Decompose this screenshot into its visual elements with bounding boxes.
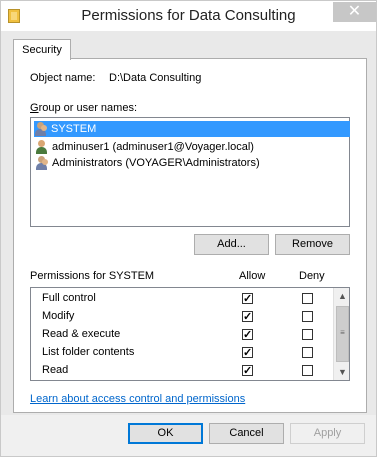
remove-button-label: Remove bbox=[292, 238, 333, 250]
window-title: Permissions for Data Consulting bbox=[81, 7, 296, 24]
list-item[interactable]: SYSTEM bbox=[34, 121, 350, 137]
remove-button[interactable]: Remove bbox=[275, 234, 350, 255]
list-item-label: Administrators (VOYAGER\Administrators) bbox=[52, 157, 260, 169]
list-item-label: adminuser1 (adminuser1@Voyager.local) bbox=[52, 141, 254, 153]
list-item-label: SYSTEM bbox=[51, 123, 97, 135]
apply-button-label: Apply bbox=[313, 427, 342, 439]
list-item[interactable]: adminuser1 (adminuser1@Voyager.local) bbox=[35, 139, 258, 155]
permission-name: Read & execute bbox=[42, 328, 121, 340]
user-icon bbox=[35, 140, 49, 155]
permission-row: List folder contents ✓ bbox=[31, 344, 331, 362]
add-button[interactable]: Add... bbox=[194, 234, 269, 255]
add-button-label: Add... bbox=[217, 238, 246, 250]
dialog-footer: OK Cancel Apply bbox=[1, 415, 376, 456]
allow-checkbox[interactable]: ✓ bbox=[242, 347, 253, 359]
permissions-scrollbar[interactable]: ▲ ≡ ▼ bbox=[333, 288, 349, 380]
deny-checkbox[interactable] bbox=[302, 311, 313, 322]
ok-button[interactable]: OK bbox=[128, 423, 203, 444]
object-name-value: D:\Data Consulting bbox=[109, 72, 202, 84]
group-names-label-rest: roup or user names: bbox=[38, 102, 137, 114]
tab-security[interactable]: Security bbox=[13, 39, 71, 60]
group-user-icon bbox=[34, 122, 48, 137]
permission-name: Full control bbox=[42, 292, 96, 304]
deny-checkbox[interactable] bbox=[302, 365, 313, 376]
permission-name: List folder contents bbox=[42, 346, 135, 358]
title-bar: Permissions for Data Consulting ✕ bbox=[1, 1, 376, 31]
deny-column-header: Deny bbox=[299, 270, 325, 282]
allow-checkbox[interactable]: ✓ bbox=[242, 329, 253, 341]
permission-row: Read & execute ✓ bbox=[31, 326, 331, 344]
object-name-label: Object name: bbox=[30, 72, 96, 84]
ok-button-label: OK bbox=[157, 427, 174, 439]
list-item[interactable]: Administrators (VOYAGER\Administrators) bbox=[35, 155, 264, 171]
apply-button[interactable]: Apply bbox=[290, 423, 365, 444]
chevron-down-icon[interactable]: ▼ bbox=[334, 364, 349, 380]
allow-column-header: Allow bbox=[239, 270, 266, 282]
group-user-icon bbox=[35, 156, 49, 171]
permission-name: Modify bbox=[42, 310, 75, 322]
permission-name: Read bbox=[42, 364, 69, 376]
cancel-button[interactable]: Cancel bbox=[209, 423, 284, 444]
permission-row: Modify ✓ bbox=[31, 308, 331, 326]
access-control-help-link[interactable]: Learn about access control and permissio… bbox=[30, 393, 245, 405]
permission-row: Read ✓ bbox=[31, 362, 331, 380]
deny-checkbox[interactable] bbox=[302, 293, 313, 304]
deny-checkbox[interactable] bbox=[302, 347, 313, 358]
allow-checkbox[interactable]: ✓ bbox=[242, 311, 253, 323]
cancel-button-label: Cancel bbox=[229, 427, 264, 439]
allow-checkbox[interactable]: ✓ bbox=[242, 365, 253, 377]
permissions-dialog: Permissions for Data Consulting ✕ Securi… bbox=[0, 0, 377, 457]
scrollbar-thumb[interactable]: ≡ bbox=[336, 306, 349, 362]
group-user-listbox[interactable]: SYSTEM adminuser1 (adminuser1@Voyager.lo… bbox=[30, 117, 350, 227]
allow-checkbox[interactable]: ✓ bbox=[242, 293, 253, 305]
group-names-label: Group or user names: bbox=[30, 102, 137, 114]
chevron-up-icon[interactable]: ▲ bbox=[334, 288, 349, 304]
permission-row: Full control ✓ bbox=[31, 290, 331, 308]
deny-checkbox[interactable] bbox=[302, 329, 313, 340]
permissions-label: Permissions for SYSTEM bbox=[30, 270, 155, 282]
close-button[interactable]: ✕ bbox=[333, 2, 376, 22]
permissions-list: Full control ✓ Modify ✓ Read & execute ✓… bbox=[30, 287, 350, 381]
